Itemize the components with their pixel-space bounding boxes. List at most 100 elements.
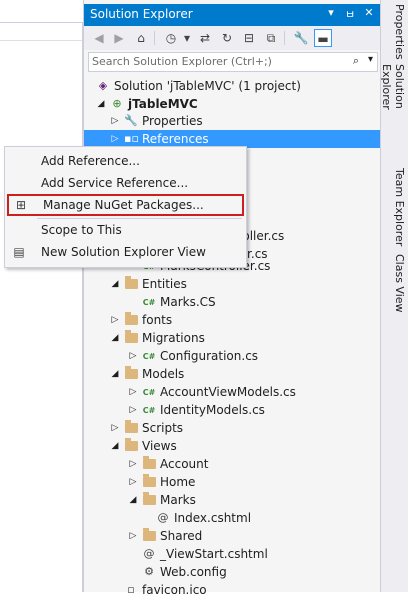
wrench-icon: 🔧 [124, 114, 138, 127]
tree-item[interactable]: ◢ Entities [84, 275, 380, 293]
expanded-arrow-icon[interactable]: ◢ [110, 275, 120, 293]
tree-item-label: Index.cshtml [174, 511, 252, 525]
toolbar-separator [284, 31, 285, 45]
tree-item[interactable]: ▷ fonts [84, 311, 380, 329]
tree-item[interactable]: ◢ Views [84, 437, 380, 455]
folder-icon [124, 366, 138, 381]
tree-item-label: AccountViewModels.cs [160, 385, 296, 399]
tree-item[interactable]: ◢ Models [84, 365, 380, 383]
toolbar-separator [154, 31, 155, 45]
collapsed-arrow-icon[interactable]: ▷ [128, 473, 138, 491]
expanded-arrow-icon[interactable]: ◢ [128, 491, 138, 509]
collapsed-arrow-icon[interactable]: ▷ [128, 383, 138, 401]
tree-item[interactable]: ▷ Home [84, 473, 380, 491]
tree-item-label: Scripts [142, 421, 184, 435]
preview-selected-icon[interactable]: ▬ [314, 29, 332, 47]
home-icon[interactable]: ⌂ [132, 29, 150, 47]
folder-icon [142, 474, 156, 489]
tree-item[interactable]: ▷ 🔧 Properties [84, 112, 380, 130]
search-placeholder: Search Solution Explorer (Ctrl+;) [92, 55, 272, 68]
tree-item[interactable]: ▷ C# AccountViewModels.cs [84, 383, 380, 401]
expanded-arrow-icon[interactable]: ◢ [110, 365, 120, 383]
csharp-file-icon: C# [142, 406, 156, 415]
tree-item-label: Views [142, 439, 177, 453]
dropdown-icon[interactable]: ▾ [324, 6, 338, 22]
folder-icon [142, 492, 156, 507]
tree-item[interactable]: ▫ favicon.ico [84, 581, 380, 599]
tree-item[interactable]: ◢ Migrations [84, 329, 380, 347]
tree-item[interactable]: ▷ C# IdentityModels.cs [84, 401, 380, 419]
menu-item-manage-nuget-packages[interactable]: ⊞ Manage NuGet Packages... [7, 194, 244, 216]
menu-item-add-reference[interactable]: Add Reference... [5, 150, 246, 172]
csharp-file-icon: C# [142, 352, 156, 361]
panel-toolbar: ◀ ▶ ⌂ ◷ ▾ ⇄ ↻ ⊟ ⧉ 🔧 ▬ [84, 26, 380, 50]
menu-item-label: Manage NuGet Packages... [43, 198, 204, 212]
search-input[interactable]: Search Solution Explorer (Ctrl+;) ⌕ ▾ [88, 52, 378, 72]
collapsed-arrow-icon[interactable]: ▷ [128, 401, 138, 419]
nuget-icon: ⊞ [15, 198, 27, 212]
csharp-project-icon: ⊕ [112, 97, 122, 110]
tree-item-label: Account [160, 457, 209, 471]
show-all-files-icon[interactable]: ⧉ [262, 29, 280, 47]
tree-item[interactable]: ▷ Account [84, 455, 380, 473]
tree-item-label: Marks [160, 493, 196, 507]
search-icon[interactable]: ⌕ [353, 54, 359, 68]
tree-item[interactable]: ▷ Shared [84, 527, 380, 545]
file-icon: ▫ [127, 583, 135, 596]
search-options-icon[interactable]: ▾ [368, 54, 373, 65]
menu-item-add-service-reference[interactable]: Add Service Reference... [5, 172, 246, 194]
panel-title-bar: Solution Explorer ▾ ㅂ ✕ [84, 4, 380, 26]
references-icon: ▪▫ [124, 132, 139, 145]
tab-solution-explorer[interactable]: Solution Explorer [380, 64, 406, 154]
refresh-icon[interactable]: ↻ [218, 29, 236, 47]
forward-icon[interactable]: ▶ [110, 29, 128, 47]
collapsed-arrow-icon[interactable]: ▷ [110, 419, 120, 437]
tree-item-label: IdentityModels.cs [160, 403, 265, 417]
tab-properties[interactable]: Properties [384, 4, 406, 60]
tab-class-view[interactable]: Class View [384, 254, 406, 314]
expanded-arrow-icon[interactable]: ◢ [110, 437, 120, 455]
tree-item-label: Configuration.cs [160, 349, 259, 363]
tree-item[interactable]: C# Marks.CS [84, 293, 380, 311]
tree-item[interactable]: ◈ Solution 'jTableMVC' (1 project) [84, 77, 380, 95]
expanded-arrow-icon[interactable]: ◢ [110, 329, 120, 347]
csharp-file-icon: C# [142, 388, 156, 397]
filter-dropdown-icon[interactable]: ▾ [178, 29, 196, 47]
collapsed-arrow-icon[interactable]: ▷ [110, 112, 120, 130]
collapsed-arrow-icon[interactable]: ▷ [128, 527, 138, 545]
tree-item[interactable]: ▷ C# Configuration.cs [84, 347, 380, 365]
sync-icon[interactable]: ⇄ [196, 29, 214, 47]
tree-item-label: Web.config [160, 565, 227, 579]
back-icon[interactable]: ◀ [90, 29, 108, 47]
tree-item-label: Marks.CS [160, 295, 216, 309]
tree-item-label: favicon.ico [142, 583, 207, 597]
collapsed-arrow-icon[interactable]: ▷ [110, 311, 120, 329]
folder-icon [142, 456, 156, 471]
menu-item-new-solution-explorer-view[interactable]: ▤ New Solution Explorer View [5, 241, 246, 263]
tab-team-explorer[interactable]: Team Explorer [384, 168, 406, 248]
context-menu: Add Reference... Add Service Reference..… [4, 146, 247, 268]
properties-wrench-icon[interactable]: 🔧 [292, 29, 310, 47]
tree-item[interactable]: ▷ Scripts [84, 419, 380, 437]
tree-item[interactable]: @ Index.cshtml [84, 509, 380, 527]
collapsed-arrow-icon[interactable]: ▷ [128, 455, 138, 473]
expanded-arrow-icon[interactable]: ◢ [96, 95, 106, 113]
menu-item-label: Add Reference... [41, 154, 140, 168]
pin-icon[interactable]: ㅂ [343, 6, 357, 22]
collapsed-arrow-icon[interactable]: ▷ [128, 347, 138, 365]
folder-icon [124, 276, 138, 291]
menu-item-scope-to-this[interactable]: Scope to This [5, 219, 246, 241]
new-view-icon: ▤ [13, 245, 25, 259]
tree-item[interactable]: ◢ Marks [84, 491, 380, 509]
razor-icon: @ [143, 547, 155, 560]
menu-item-label: Add Service Reference... [41, 176, 189, 190]
tree-item[interactable]: ⚙ Web.config [84, 563, 380, 581]
solution-explorer-panel: Solution Explorer ▾ ㅂ ✕ ◀ ▶ ⌂ ◷ ▾ ⇄ ↻ ⊟ … [83, 0, 380, 597]
menu-item-label: New Solution Explorer View [41, 245, 206, 259]
collapse-all-icon[interactable]: ⊟ [240, 29, 258, 47]
editor-area [0, 0, 83, 592]
tree-item[interactable]: ◢ ⊕ jTableMVC [84, 95, 380, 113]
close-icon[interactable]: ✕ [362, 6, 376, 22]
tree-item[interactable]: @ _ViewStart.cshtml [84, 545, 380, 563]
folder-icon [124, 420, 138, 435]
